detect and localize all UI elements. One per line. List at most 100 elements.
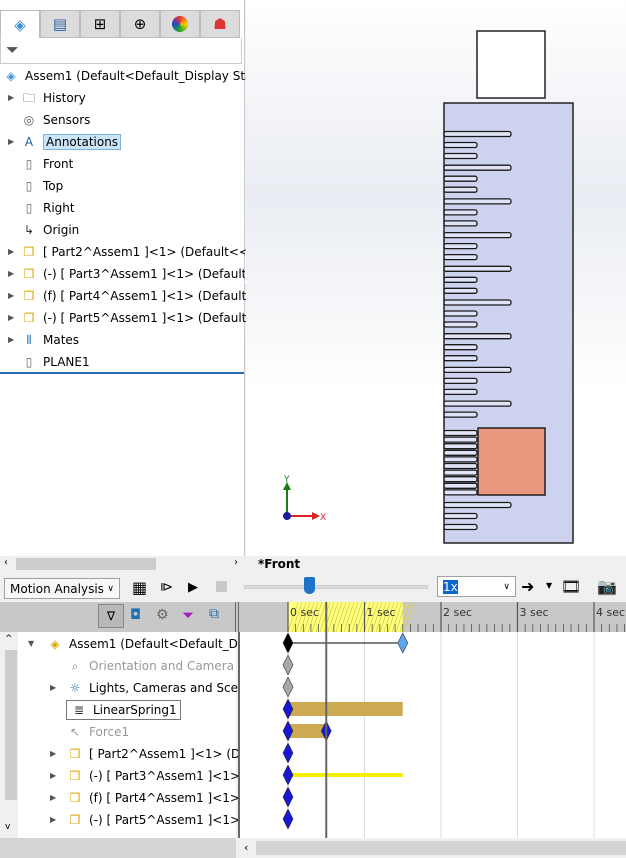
tree-horizontal-scrollbar[interactable]: ‹ › bbox=[0, 556, 245, 572]
track-bar[interactable] bbox=[288, 702, 403, 716]
feature-manager-tab[interactable]: ◈ bbox=[0, 10, 40, 38]
tree-item-label: Right bbox=[43, 201, 75, 215]
tree-item[interactable]: 🗀 History bbox=[20, 88, 86, 108]
tree-item[interactable]: ⫴ Mates bbox=[20, 330, 79, 350]
tree-vertical-scrollbar[interactable]: ^ v bbox=[0, 632, 18, 838]
scroll-left-icon[interactable]: ‹ bbox=[4, 557, 8, 568]
scroll-right-icon[interactable]: › bbox=[234, 557, 238, 568]
key-point[interactable] bbox=[282, 742, 294, 764]
spring-coil bbox=[443, 344, 478, 351]
tree-item-label: (-) [ Part5^Assem1 ]<1> (Default<<D bbox=[43, 311, 276, 325]
save-animation-icon[interactable]: 🎞 bbox=[561, 577, 581, 596]
play-from-start-icon[interactable]: ⧐ bbox=[160, 580, 173, 595]
key-point[interactable] bbox=[282, 632, 294, 654]
motion-tree-item[interactable]: ❒ (f) [ Part4^Assem1 ]<1> (D bbox=[66, 788, 258, 808]
tree-item[interactable]: ↳ Origin bbox=[20, 220, 79, 240]
tree-item[interactable]: A Annotations bbox=[20, 132, 122, 152]
spring-coil bbox=[443, 220, 478, 227]
expand-arrow-icon[interactable]: ▶ bbox=[8, 137, 14, 146]
time-slider-thumb[interactable] bbox=[304, 577, 316, 594]
expand-arrow-icon[interactable]: ▶ bbox=[50, 683, 56, 692]
chevron-down-icon[interactable]: ▼ bbox=[546, 581, 552, 590]
tree-item[interactable]: ▯ Right bbox=[20, 198, 75, 218]
tree-item[interactable]: ❒ (-) [ Part5^Assem1 ]<1> (Default<<D bbox=[20, 308, 276, 328]
key-point[interactable] bbox=[282, 764, 294, 786]
key-point[interactable] bbox=[282, 786, 294, 808]
part-icon: ❒ bbox=[23, 289, 35, 303]
motion-tree-item[interactable]: ≣ LinearSpring1 bbox=[66, 700, 181, 720]
property-manager-tab[interactable]: ▤ bbox=[40, 10, 80, 38]
stop-icon[interactable] bbox=[216, 581, 227, 592]
chevron-down-icon: ∨ bbox=[107, 583, 114, 594]
expand-arrow-icon[interactable]: ▶ bbox=[8, 313, 14, 322]
motion-tree-item[interactable]: ↖ Force1 bbox=[66, 722, 129, 742]
scroll-thumb[interactable] bbox=[16, 558, 156, 570]
scroll-down-icon[interactable]: v bbox=[5, 822, 10, 832]
collapse-arrow-icon[interactable]: ▼ bbox=[28, 639, 34, 648]
tree-item[interactable]: ❒ (-) [ Part3^Assem1 ]<1> (Default<<D bbox=[20, 264, 276, 284]
expand-arrow-icon[interactable]: ▶ bbox=[8, 247, 14, 256]
scroll-thumb[interactable] bbox=[256, 841, 626, 855]
motion-tree-item[interactable]: ☼ Lights, Cameras and Scene bbox=[66, 678, 253, 698]
filter-driving-icon[interactable]: ◘ bbox=[130, 607, 141, 623]
time-slider[interactable] bbox=[244, 577, 428, 594]
tree-item[interactable]: ◎ Sensors bbox=[20, 110, 91, 130]
key-point[interactable] bbox=[282, 654, 294, 676]
expand-arrow-icon[interactable]: ▶ bbox=[8, 269, 14, 278]
tree2-horizontal-scrollbar[interactable] bbox=[0, 838, 236, 858]
track-bar[interactable] bbox=[288, 642, 403, 644]
splitter[interactable] bbox=[235, 602, 239, 632]
timeline-horizontal-scrollbar[interactable]: ‹ bbox=[240, 838, 626, 858]
configuration-manager-tab[interactable]: ⊞ bbox=[80, 10, 120, 38]
track-bar[interactable] bbox=[288, 724, 327, 738]
tree-item[interactable]: ▯ Top bbox=[20, 176, 64, 196]
tree-item[interactable]: ▯ PLANE1 bbox=[20, 352, 90, 372]
expand-arrow-icon[interactable]: ▶ bbox=[50, 771, 56, 780]
motion-tree-item[interactable]: ❒ [ Part2^Assem1 ]<1> (Defa bbox=[66, 744, 260, 764]
playback-mode-icon[interactable]: ➜ bbox=[521, 577, 534, 596]
tree-item-label: Annotations bbox=[43, 134, 122, 150]
expand-arrow-icon[interactable]: ▶ bbox=[8, 291, 14, 300]
motion-tree-item[interactable]: ◈ Assem1 (Default<Default_Disp bbox=[46, 634, 255, 654]
rollback-bar[interactable] bbox=[0, 372, 244, 374]
scroll-up-icon[interactable]: ^ bbox=[5, 634, 13, 644]
play-icon[interactable]: ▶ bbox=[188, 580, 198, 595]
filter-results-icon[interactable]: ⏷ bbox=[182, 606, 194, 624]
track-bar[interactable] bbox=[288, 773, 403, 777]
expand-arrow-icon[interactable]: ▶ bbox=[50, 815, 56, 824]
motion-tree-item[interactable]: ❒ (-) [ Part3^Assem1 ]<1> (D bbox=[66, 766, 258, 786]
results-plot-icon[interactable]: ⧉ bbox=[209, 606, 219, 622]
display-manager-tab[interactable] bbox=[160, 10, 200, 38]
calculate-icon[interactable]: ▦ bbox=[132, 578, 147, 597]
dimxpert-tab[interactable]: ⊕ bbox=[120, 10, 160, 38]
key-point[interactable] bbox=[397, 632, 409, 654]
motion-tree-item-label: Assem1 (Default<Default_Disp bbox=[69, 637, 256, 651]
scroll-left-icon[interactable]: ‹ bbox=[244, 841, 248, 854]
expand-arrow-icon[interactable]: ▶ bbox=[50, 793, 56, 802]
key-point[interactable] bbox=[282, 808, 294, 830]
time-ruler[interactable]: 0 sec 1 sec 2 sec 3 sec 4 sec bbox=[240, 602, 626, 632]
history-folder-icon: 🗀 bbox=[22, 91, 35, 105]
key-point[interactable] bbox=[282, 676, 294, 698]
study-type-select[interactable]: Motion Analysis ∨ bbox=[4, 578, 120, 599]
scroll-thumb[interactable] bbox=[5, 650, 17, 800]
motion-tree-item[interactable]: ❒ (-) [ Part5^Assem1 ]<1> (D bbox=[66, 810, 258, 830]
filter-animated-icon[interactable]: ∇ bbox=[98, 604, 124, 628]
motion-tree-item[interactable]: ⌕ Orientation and Camera Vi bbox=[66, 656, 250, 676]
graphics-area[interactable]: Y X bbox=[246, 0, 626, 556]
expand-arrow-icon[interactable]: ▶ bbox=[50, 749, 56, 758]
expand-arrow-icon[interactable]: ▶ bbox=[8, 93, 14, 102]
spring-coil bbox=[443, 482, 478, 489]
assembly-icon: ◈ bbox=[6, 69, 16, 83]
timeline-area[interactable] bbox=[238, 632, 626, 844]
animation-wizard-icon[interactable]: 📷 bbox=[597, 577, 617, 596]
tree-item[interactable]: ▯ Front bbox=[20, 154, 74, 174]
filter-selected-icon[interactable]: ⚙ bbox=[156, 607, 169, 623]
expand-arrow-icon[interactable]: ▶ bbox=[8, 335, 14, 344]
tree-item[interactable]: ❒ [ Part2^Assem1 ]<1> (Default<<Defa bbox=[20, 242, 278, 262]
tree-root-assembly[interactable]: ◈ Assem1 (Default<Default_Display State-… bbox=[2, 66, 276, 86]
tree-item[interactable]: ❒ (f) [ Part4^Assem1 ]<1> (Default<<D bbox=[20, 286, 276, 306]
cam-tab[interactable]: ☗ bbox=[200, 10, 240, 38]
playback-speed-select[interactable]: 1x ∨ bbox=[437, 576, 516, 597]
filter-icon[interactable]: ⏷ bbox=[6, 40, 19, 60]
